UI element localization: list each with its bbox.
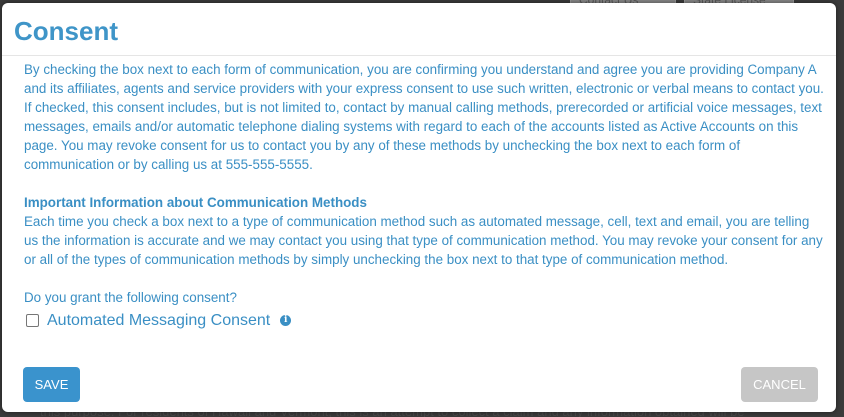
modal-body: By checking the box next to each form of… <box>24 60 824 331</box>
automated-messaging-checkbox[interactable] <box>26 313 39 327</box>
consent-modal: Consent By checking the box next to each… <box>2 3 836 412</box>
section-heading: Important Information about Communicatio… <box>24 195 367 210</box>
modal-title: Consent <box>14 16 118 46</box>
cancel-button[interactable]: CANCEL <box>741 367 818 402</box>
consent-question: Do you grant the following consent? <box>24 290 237 305</box>
info-circle-icon[interactable]: i <box>280 314 292 326</box>
automated-messaging-label[interactable]: Automated Messaging Consent <box>47 311 270 330</box>
save-button[interactable]: SAVE <box>23 367 80 402</box>
consent-checkbox-row: Automated Messaging Consent i <box>24 309 824 331</box>
title-divider <box>2 55 836 56</box>
consent-paragraph: By checking the box next to each form of… <box>24 62 824 172</box>
communication-methods-paragraph: Each time you check a box next to a type… <box>24 214 823 267</box>
